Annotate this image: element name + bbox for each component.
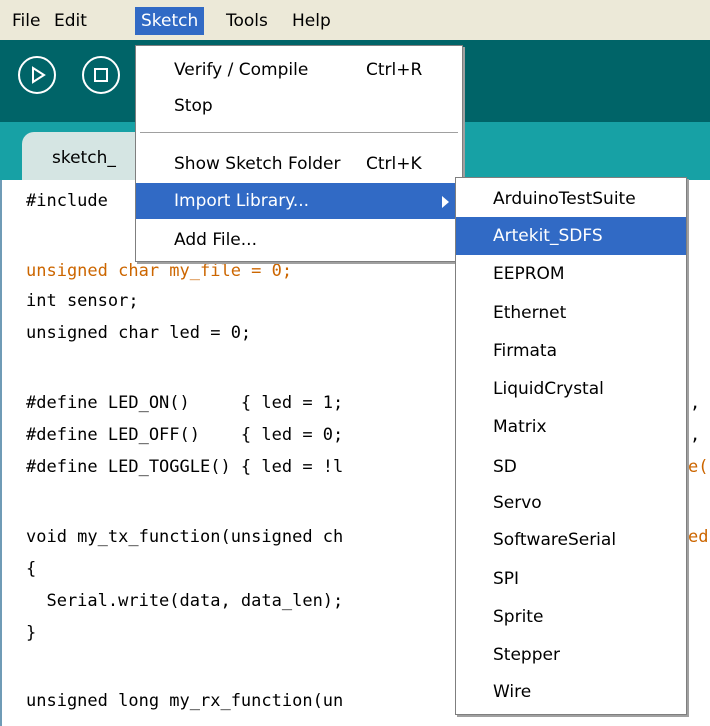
code-fragment: ed	[688, 527, 709, 547]
library-item-eeprom[interactable]: EEPROM	[456, 255, 686, 293]
library-label: Firmata	[493, 341, 558, 361]
code-fragment: e(	[688, 457, 709, 477]
menu-item-label: Add File...	[174, 230, 257, 250]
play-icon	[32, 66, 46, 84]
menu-item-shortcut: Ctrl+K	[366, 154, 422, 174]
menu-item-label: Verify / Compile	[174, 60, 309, 80]
library-item-wire[interactable]: Wire	[456, 673, 686, 711]
stop-button[interactable]	[82, 56, 120, 94]
menu-tools[interactable]: Tools	[220, 7, 274, 35]
library-label: LiquidCrystal	[493, 379, 604, 399]
menu-item-show-sketch-folder[interactable]: Show Sketch Folder Ctrl+K	[136, 146, 462, 182]
library-label: Wire	[493, 682, 532, 702]
library-item-sprite[interactable]: Sprite	[456, 598, 686, 636]
code-line: #define LED_ON() { led = 1;	[26, 393, 344, 413]
library-label: Sprite	[493, 607, 544, 627]
code-line: unsigned char led = 0;	[26, 323, 252, 343]
library-item-liquidcrystal[interactable]: LiquidCrystal	[456, 370, 686, 408]
library-label: Artekit_SDFS	[493, 226, 603, 246]
menu-bar: File Edit Sketch Tools Help	[0, 0, 710, 41]
code-line: #include	[26, 191, 108, 211]
code-line: #define LED_TOGGLE() { led = !l	[26, 457, 344, 477]
library-label: SoftwareSerial	[493, 530, 617, 550]
library-label: SPI	[493, 569, 520, 589]
menu-item-verify-compile[interactable]: Verify / Compile Ctrl+R	[136, 52, 462, 88]
stop-icon	[94, 68, 108, 82]
library-item-matrix[interactable]: Matrix	[456, 408, 686, 446]
tab-label: sketch_	[52, 148, 116, 168]
menu-item-add-file[interactable]: Add File...	[136, 222, 462, 258]
library-item-sd[interactable]: SD	[456, 448, 686, 486]
import-library-submenu: ArduinoTestSuite Artekit_SDFS EEPROM Eth…	[455, 177, 687, 715]
library-label: Matrix	[493, 417, 547, 437]
library-label: EEPROM	[493, 264, 565, 284]
library-label: SD	[493, 457, 517, 477]
menu-item-import-library[interactable]: Import Library...	[136, 183, 462, 219]
sketch-menu: Verify / Compile Ctrl+R Stop Show Sketch…	[135, 45, 463, 262]
menu-item-label: Stop	[174, 96, 213, 116]
menu-item-label: Import Library...	[174, 191, 310, 211]
arduino-ide-window: File Edit Sketch Tools Help sketch_ #inc…	[0, 0, 710, 726]
menu-file[interactable]: File	[6, 7, 46, 35]
library-item-stepper[interactable]: Stepper	[456, 636, 686, 674]
code-line: int sensor;	[26, 291, 139, 311]
verify-button[interactable]	[18, 56, 56, 94]
menu-sketch[interactable]: Sketch	[135, 7, 205, 35]
code-line: {	[26, 559, 37, 579]
library-item-spi[interactable]: SPI	[456, 560, 686, 598]
code-fragment: ,	[690, 425, 701, 445]
menu-item-shortcut: Ctrl+R	[366, 60, 423, 80]
menu-item-stop[interactable]: Stop	[136, 88, 462, 124]
code-line: }	[26, 623, 37, 643]
library-item-firmata[interactable]: Firmata	[456, 332, 686, 370]
code-line: Serial.write(data, data_len);	[26, 591, 344, 611]
library-label: ArduinoTestSuite	[493, 189, 636, 209]
library-item-ethernet[interactable]: Ethernet	[456, 294, 686, 332]
library-label: Ethernet	[493, 303, 567, 323]
library-label: Servo	[493, 493, 542, 513]
library-item-arduinotestsuite[interactable]: ArduinoTestSuite	[456, 180, 686, 218]
menu-edit[interactable]: Edit	[48, 7, 93, 35]
library-item-artekit-sdfs[interactable]: Artekit_SDFS	[456, 217, 686, 255]
library-item-servo[interactable]: Servo	[456, 484, 686, 522]
code-line: #define LED_OFF() { led = 0;	[26, 425, 344, 445]
menu-help[interactable]: Help	[286, 7, 337, 35]
menu-item-label: Show Sketch Folder	[174, 154, 341, 174]
submenu-arrow-icon	[442, 196, 449, 208]
library-label: Stepper	[493, 645, 560, 665]
code-fragment: ,	[690, 393, 701, 413]
menu-separator	[140, 132, 458, 134]
code-line: unsigned long my_rx_function(un	[26, 691, 344, 711]
library-item-softwareserial[interactable]: SoftwareSerial	[456, 521, 686, 559]
code-line: void my_tx_function(unsigned ch	[26, 527, 344, 547]
